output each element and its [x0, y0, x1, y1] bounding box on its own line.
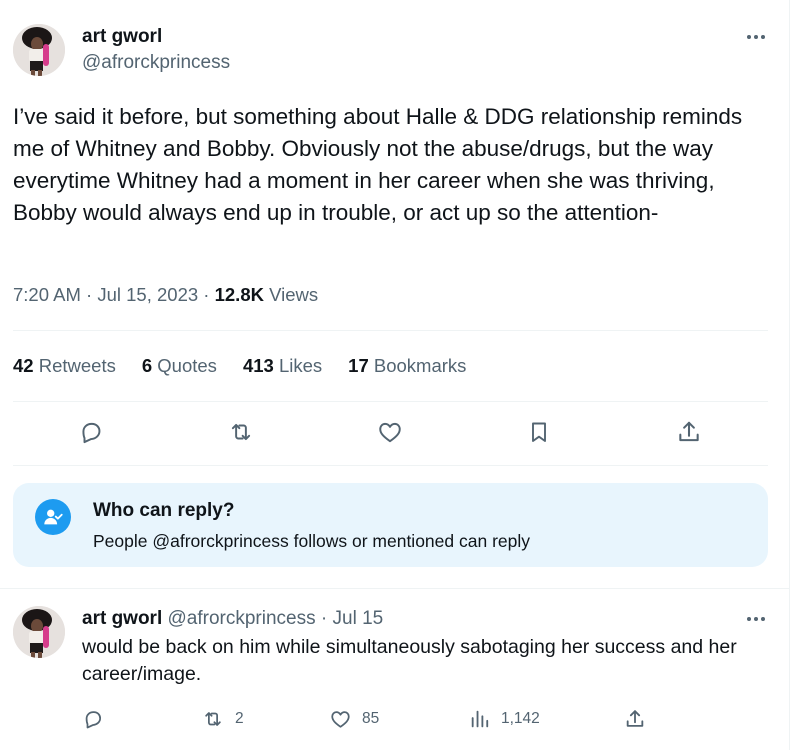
reply-header: art gworl @afrorckprincess · Jul 15 [82, 608, 383, 630]
divider [13, 401, 768, 402]
reply-icon [82, 708, 104, 730]
more-dot [761, 35, 765, 39]
more-dot [747, 617, 751, 621]
reply-share-button[interactable] [624, 704, 646, 734]
retweets-stat[interactable]: 42 Retweets [13, 355, 116, 377]
reply-restriction-subtitle: People @afrorckprincess follows or menti… [93, 531, 530, 551]
quotes-stat[interactable]: 6 Quotes [142, 355, 217, 377]
engagement-stats: 42 Retweets 6 Quotes 413 Likes 17 Bookma… [13, 355, 466, 377]
views-chart-icon [469, 708, 491, 730]
retweet-icon [201, 708, 225, 730]
more-dot [747, 35, 751, 39]
reply-author-name[interactable]: art gworl [82, 608, 162, 629]
tweet-text: I’ve said it before, but something about… [13, 104, 743, 225]
tweet-date[interactable]: Jul 15, 2023 [97, 284, 198, 305]
tweet-metadata: 7:20 AM · Jul 15, 2023 · 12.8K Views [13, 284, 318, 306]
likes-label: Likes [278, 355, 323, 376]
reply-reply-button[interactable] [82, 704, 104, 734]
like-icon [379, 422, 401, 443]
tweet-time[interactable]: 7:20 AM [13, 284, 81, 305]
bookmarks-stat[interactable]: 17 Bookmarks [348, 355, 466, 377]
reply-restriction-title: Who can reply? [93, 500, 235, 521]
tweet-action-bar [0, 412, 790, 454]
person-check-icon [35, 499, 71, 535]
bookmark-icon [532, 422, 546, 442]
like-icon [329, 708, 352, 730]
quotes-count: 6 [141, 355, 153, 376]
reply-views-button[interactable]: 1,142 [469, 704, 540, 734]
reply-like-button[interactable]: 85 [329, 704, 379, 734]
more-dot [761, 617, 765, 621]
like-button[interactable] [370, 412, 410, 452]
divider [13, 465, 768, 466]
reply-avatar[interactable] [13, 606, 65, 658]
reply-button[interactable] [71, 412, 111, 452]
retweets-label: Retweets [38, 355, 116, 376]
likes-count: 413 [242, 355, 274, 376]
tweet-detail-panel: art gworl @afrorckprincess I’ve said it … [0, 0, 790, 750]
bookmarks-count: 17 [348, 355, 369, 376]
reply-restriction-notice: Who can reply? People @afrorckprincess f… [13, 483, 768, 567]
views-count: 1,142 [501, 710, 540, 727]
retweet-count: 2 [235, 710, 244, 727]
divider [13, 330, 768, 331]
reply-action-bar: 2 85 1,142 [0, 704, 790, 734]
like-count: 85 [362, 710, 380, 727]
reply-text: would be back on him while simultaneousl… [82, 636, 737, 685]
reply-author-handle[interactable]: @afrorckprincess [168, 608, 316, 629]
reply-date[interactable]: Jul 15 [333, 608, 384, 629]
reply-more-options-button[interactable] [742, 609, 770, 629]
author-handle[interactable]: @afrorckprincess [82, 52, 230, 74]
quotes-label: Quotes [157, 355, 217, 376]
bookmark-button[interactable] [519, 412, 559, 452]
views-count: 12.8K [214, 284, 264, 305]
views-label: Views [269, 284, 319, 305]
separator: · [203, 284, 210, 305]
share-icon [679, 421, 699, 442]
author-name[interactable]: art gworl [82, 26, 162, 48]
more-dot [754, 35, 758, 39]
share-button[interactable] [669, 412, 709, 452]
avatar[interactable] [13, 24, 65, 76]
retweet-button[interactable] [221, 412, 261, 452]
retweets-count: 42 [13, 355, 34, 376]
likes-stat[interactable]: 413 Likes [243, 355, 322, 377]
more-dot [754, 617, 758, 621]
more-options-button[interactable] [742, 27, 770, 47]
reply-retweet-button[interactable]: 2 [201, 704, 244, 734]
retweet-icon [231, 423, 251, 441]
share-icon [624, 708, 646, 730]
reply-icon [82, 422, 101, 444]
thread-divider [0, 588, 790, 589]
bookmarks-label: Bookmarks [373, 355, 467, 376]
separator: · [320, 608, 328, 629]
separator: · [86, 284, 93, 305]
